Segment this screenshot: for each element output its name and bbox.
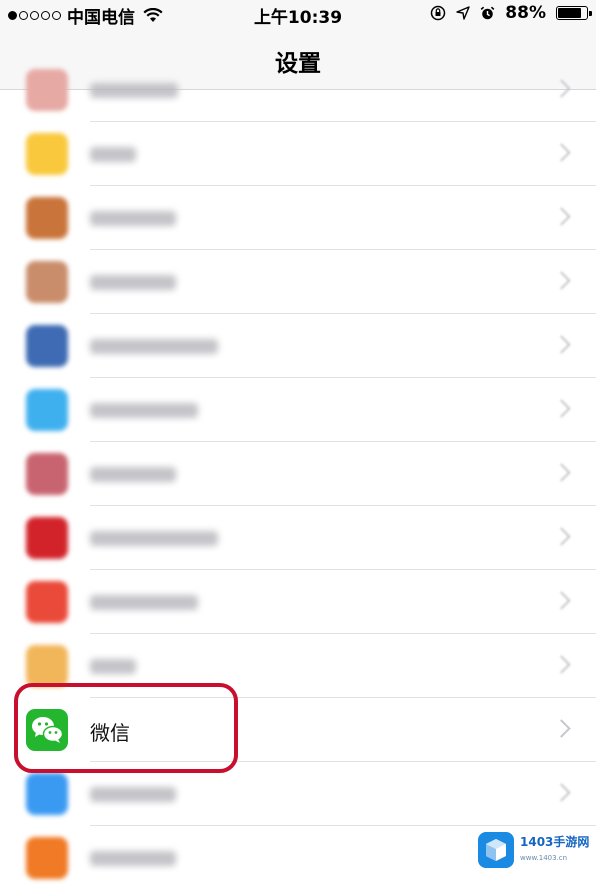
chevron-right-icon (552, 143, 571, 162)
cube-logo-icon (478, 832, 514, 868)
list-item[interactable] (0, 314, 596, 378)
list-item[interactable] (0, 250, 596, 314)
chevron-right-icon (552, 335, 571, 354)
app-icon (26, 133, 68, 175)
blurred-label (90, 403, 198, 418)
blurred-label (90, 83, 178, 98)
app-icon (26, 517, 68, 559)
blurred-label (90, 531, 218, 546)
chevron-right-icon (552, 591, 571, 610)
location-icon (456, 6, 470, 20)
blurred-label (90, 275, 176, 290)
watermark-url: www.1403.cn (520, 854, 568, 862)
app-icon (26, 69, 68, 111)
status-bar: 中国电信 上午10:39 88% (0, 0, 596, 28)
list-item[interactable] (0, 442, 596, 506)
blurred-label (90, 147, 136, 162)
app-icon (26, 837, 68, 879)
highlight-annotation (14, 683, 238, 773)
app-icon (26, 645, 68, 687)
list-item[interactable] (0, 506, 596, 570)
battery-icon (556, 6, 592, 20)
blurred-label (90, 211, 176, 226)
app-icon (26, 389, 68, 431)
list-item[interactable] (0, 122, 596, 186)
list-item[interactable] (0, 186, 596, 250)
chevron-right-icon (552, 207, 571, 226)
app-icon (26, 773, 68, 815)
blurred-label (90, 467, 176, 482)
list-item[interactable] (0, 58, 596, 122)
chevron-right-icon (552, 399, 571, 418)
blurred-label (90, 339, 218, 354)
blurred-label (90, 595, 198, 610)
list-item[interactable] (0, 378, 596, 442)
blurred-label (90, 851, 176, 866)
app-icon (26, 581, 68, 623)
watermark-logo: 1403手游网 www.1403.cn (478, 830, 590, 870)
chevron-right-icon (552, 719, 571, 738)
chevron-right-icon (552, 79, 571, 98)
chevron-right-icon (552, 271, 571, 290)
status-right: 88% (430, 3, 592, 23)
orientation-lock-icon (431, 5, 446, 21)
chevron-right-icon (552, 527, 571, 546)
alarm-icon (480, 6, 495, 19)
list-item[interactable] (0, 570, 596, 634)
app-icon (26, 453, 68, 495)
battery-percent: 88% (505, 3, 546, 23)
chevron-right-icon (552, 655, 571, 674)
battery-level (558, 8, 581, 18)
blurred-label (90, 659, 136, 674)
app-icon (26, 197, 68, 239)
app-icon (26, 261, 68, 303)
app-icon (26, 325, 68, 367)
blurred-label (90, 787, 176, 802)
watermark-text: 1403手游网 (520, 835, 590, 849)
chevron-right-icon (552, 783, 571, 802)
chevron-right-icon (552, 463, 571, 482)
